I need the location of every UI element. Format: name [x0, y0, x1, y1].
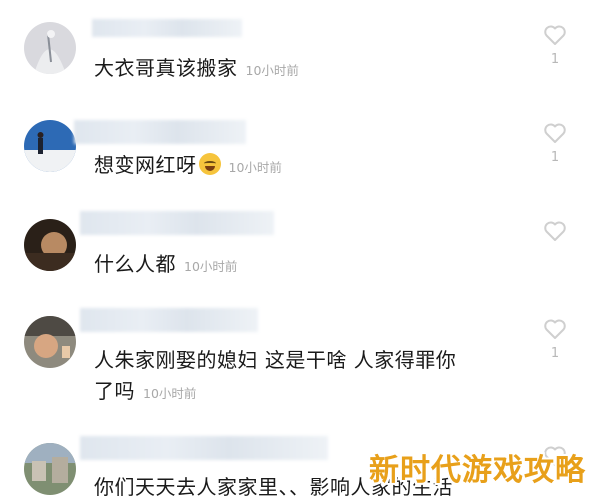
- avatar[interactable]: [24, 316, 76, 368]
- like-count: 1: [550, 52, 560, 67]
- heart-outline-icon: [544, 319, 566, 339]
- comment-text: 人朱家刚娶的媳妇 这是干啥 人家得罪你: [94, 344, 456, 373]
- like-button[interactable]: 1: [540, 122, 570, 165]
- like-count: 1: [550, 346, 560, 361]
- comment-text: 什么人都 10小时前: [94, 248, 237, 277]
- watermark: 新时代游戏攻略: [369, 453, 586, 488]
- username-blurred: [80, 211, 274, 235]
- like-count: 1: [550, 150, 560, 165]
- username-blurred: [80, 308, 258, 332]
- comment-body: 人朱家刚娶的媳妇 这是干啥 人家得罪你: [94, 348, 457, 372]
- avatar[interactable]: [24, 219, 76, 271]
- comment-time: 10小时前: [143, 386, 197, 401]
- like-button[interactable]: [540, 220, 570, 248]
- username-blurred: [92, 19, 242, 37]
- comment-body: 了吗: [94, 379, 135, 403]
- username-blurred: [80, 436, 328, 460]
- heart-outline-icon: [544, 123, 566, 143]
- avatar[interactable]: [24, 443, 76, 495]
- like-button[interactable]: 1: [540, 24, 570, 67]
- like-button[interactable]: 1: [540, 318, 570, 361]
- grimacing-face-icon: [198, 153, 221, 175]
- comment-time: 10小时前: [228, 160, 282, 175]
- comment-body: 大衣哥真该搬家: [94, 56, 238, 80]
- comment-text: 想变网红呀 10小时前: [94, 149, 282, 178]
- username-blurred: [74, 120, 246, 144]
- avatar[interactable]: [24, 120, 76, 172]
- comment-text: 大衣哥真该搬家 10小时前: [94, 52, 299, 81]
- comment-time: 10小时前: [245, 63, 299, 78]
- comment-body: 想变网红呀: [94, 153, 197, 177]
- comment-text-line2: 了吗 10小时前: [94, 375, 196, 404]
- heart-outline-icon: [544, 25, 566, 45]
- heart-outline-icon: [544, 221, 566, 241]
- comment-body: 什么人都: [94, 252, 176, 276]
- comment-time: 10小时前: [184, 259, 238, 274]
- avatar[interactable]: [24, 22, 76, 74]
